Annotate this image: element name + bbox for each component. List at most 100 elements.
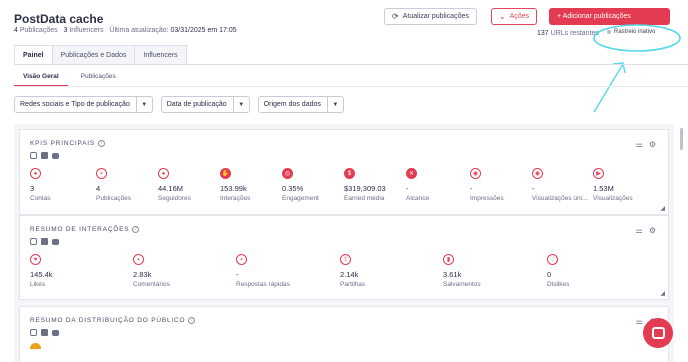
campaign-meta: 4 Publicações 3 Influencers Última atual… <box>14 27 237 34</box>
kpi-unique-views: ◉ - Visualizações úni... <box>532 168 594 202</box>
instagram-icon <box>30 329 37 336</box>
page: PostData cache 4 Publicações 3 Influence… <box>0 0 688 362</box>
heart-icon: ♥ <box>30 254 41 265</box>
last-update-value: 03/31/2025 em 17:05 <box>170 27 237 34</box>
resize-handle-icon[interactable]: ◢ <box>660 290 665 297</box>
person-icon: ● <box>30 168 41 179</box>
resize-handle-icon[interactable]: ◢ <box>660 205 665 212</box>
card-tools: ⚌ ⚙ <box>636 140 656 149</box>
social-networks <box>30 152 59 159</box>
instagram-icon <box>30 238 37 245</box>
tiktok-icon <box>41 329 48 336</box>
filter-publish-date[interactable]: Data de publicação ▼ <box>160 96 250 113</box>
sub-tabs: Visão Geral Publicações <box>14 70 125 87</box>
tab-panel[interactable]: Painel <box>14 45 53 64</box>
chat-icon <box>651 327 665 339</box>
kpi-posts: ▪ 4 Publicações <box>96 168 166 202</box>
youtube-icon <box>52 239 59 245</box>
dollar-icon: $ <box>344 168 355 179</box>
help-icon[interactable]: ? <box>188 317 196 324</box>
interaction-shares: ⇪ 2.14k Partilhas <box>340 254 440 288</box>
audience-card-title: RESUMO DA DISTRIBUIÇÃO DO PÚBLICO ? <box>30 317 196 324</box>
interaction-quick-replies: ▪ - Respostas rápidas <box>236 254 336 288</box>
social-networks <box>30 238 59 245</box>
followers-icon: ● <box>158 168 169 179</box>
kpi-followers: ● 44.16M Seguidores <box>158 168 228 202</box>
interaction-likes: ♥ 145.4k Likes <box>30 254 130 288</box>
hand-icon: ✋ <box>220 168 231 179</box>
posts-count: 4 <box>14 27 18 34</box>
kpi-earned-media: $ $319,309.03 Earned media <box>344 168 414 202</box>
page-title: PostData cache <box>14 12 104 26</box>
country-flag-icon <box>30 343 41 349</box>
tiktok-icon <box>41 152 48 159</box>
filter-social-networks[interactable]: Redes sociais e Tipo de publicação ▼ <box>14 96 153 113</box>
urls-remaining-label: URLs restantes <box>550 30 599 37</box>
kpi-reach: ✕ - Alcance <box>406 168 476 202</box>
gear-icon[interactable]: ⚙ <box>649 140 656 149</box>
annotation-arrow <box>593 63 624 113</box>
add-posts-button[interactable]: + Adicionar publicações <box>549 8 670 25</box>
help-icon[interactable]: ? <box>132 226 140 233</box>
kpis-card-title: KPIS PRINCIPAIS ? <box>30 140 105 147</box>
subtabs-divider <box>14 86 688 87</box>
kpi-engagement: ◎ 0.35% Engagement <box>282 168 352 202</box>
actions-dropdown-button[interactable]: ⌄ Ações <box>491 8 538 25</box>
refresh-icon: ⟳ <box>392 11 399 21</box>
audience-card: RESUMO DA DISTRIBUIÇÃO DO PÚBLICO ? ⚌ ⚙ <box>19 306 669 362</box>
quick-reply-icon: ▪ <box>236 254 247 265</box>
urls-remaining-count: 137 <box>537 30 549 37</box>
posts-label: Publicações <box>19 27 58 34</box>
caret-down-icon: ▼ <box>135 97 152 112</box>
interactions-card-title: RESUMO DE INTERAÇÕES ? <box>30 226 140 233</box>
tracking-status: Rastreio inativo <box>607 29 655 35</box>
interactions-card: RESUMO DE INTERAÇÕES ? ⚌ ⚙ ♥ 145.4k Like… <box>19 215 669 300</box>
scrollbar[interactable] <box>680 128 683 150</box>
play-icon: ▶ <box>593 168 604 179</box>
instagram-icon <box>30 152 37 159</box>
dashboard-content: KPIS PRINCIPAIS ? ⚌ ⚙ ● 3 Contas ▪ 4 Pub… <box>14 124 674 362</box>
interaction-saves: ▮ 3.61k Salvamentos <box>443 254 543 288</box>
sliders-icon[interactable]: ⚌ <box>636 226 643 235</box>
influencers-count: 3 <box>63 27 68 34</box>
kpi-interactions: ✋ 153.99k Interações <box>220 168 290 202</box>
subtab-overview[interactable]: Visão Geral <box>14 70 68 87</box>
card-tools: ⚌ ⚙ <box>636 226 656 235</box>
refresh-posts-button[interactable]: ⟳ Atualizar publicações <box>384 8 477 25</box>
caret-down-icon: ▼ <box>326 97 343 112</box>
interaction-comments: ▪ 2.83k Comentários <box>133 254 233 288</box>
gear-icon[interactable]: ⚙ <box>649 226 656 235</box>
tab-posts-data[interactable]: Publicações e Dados <box>51 45 136 64</box>
dislike-icon: ♡ <box>547 254 558 265</box>
kpi-views: ▶ 1.53M Visualizações <box>593 168 659 202</box>
post-icon: ▪ <box>96 168 107 179</box>
help-icon[interactable]: ? <box>97 140 105 147</box>
kpi-impressions: ◉ - Impressões <box>470 168 540 202</box>
sliders-icon[interactable]: ⚌ <box>636 317 643 326</box>
influencers-label: Influencers <box>69 27 104 34</box>
youtube-icon <box>52 330 59 336</box>
caret-down-icon: ▼ <box>232 97 249 112</box>
last-update-label: Última atualização: <box>109 27 169 34</box>
bookmark-icon: ▮ <box>443 254 454 265</box>
tabs-divider <box>14 64 688 65</box>
main-tabs: Painel Publicações e Dados Influencers <box>14 45 187 64</box>
target-icon: ◎ <box>282 168 293 179</box>
kpi-accounts: ● 3 Contas <box>30 168 100 202</box>
social-networks <box>30 329 59 336</box>
chat-support-button[interactable] <box>643 318 673 348</box>
unique-views-icon: ◉ <box>532 168 543 179</box>
kpis-card: KPIS PRINCIPAIS ? ⚌ ⚙ ● 3 Contas ▪ 4 Pub… <box>19 129 669 215</box>
interaction-dislikes: ♡ 0 Dislikes <box>547 254 647 288</box>
urls-remaining: 137 URLs restantes <box>537 30 599 37</box>
sliders-icon[interactable]: ⚌ <box>636 140 643 149</box>
subtab-posts[interactable]: Publicações <box>72 70 125 87</box>
tracking-status-label: Rastreio inativo <box>614 29 656 35</box>
chevron-down-icon: ⌄ <box>499 11 506 21</box>
filter-data-source[interactable]: Origem dos dados ▼ <box>257 96 344 113</box>
tab-influencers[interactable]: Influencers <box>134 45 187 64</box>
comment-icon: ▪ <box>133 254 144 265</box>
share-icon: ⇪ <box>340 254 351 265</box>
tiktok-icon <box>41 238 48 245</box>
youtube-icon <box>52 153 59 159</box>
